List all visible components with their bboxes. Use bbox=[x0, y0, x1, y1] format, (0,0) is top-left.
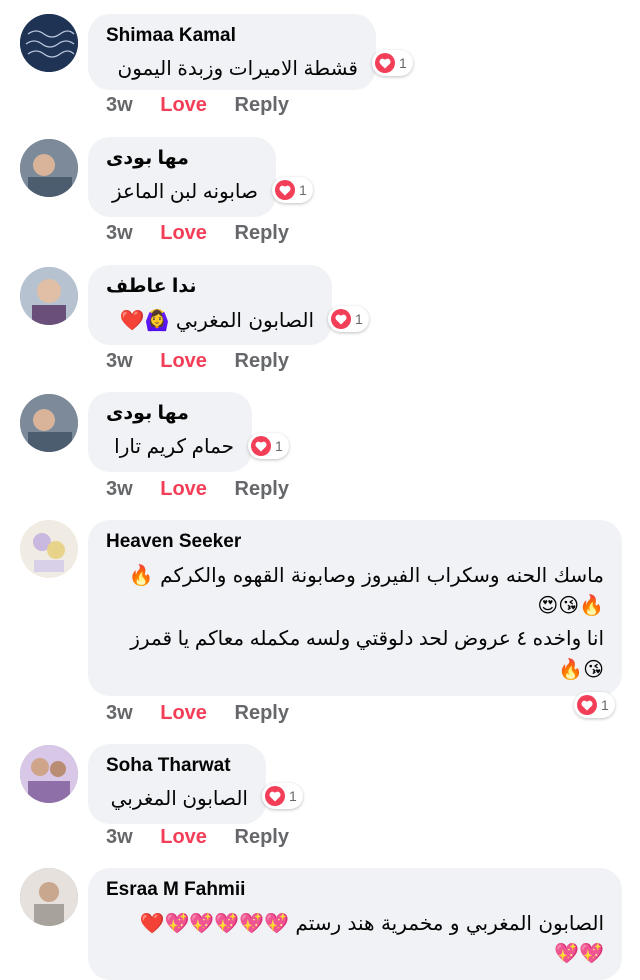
reaction-badge[interactable]: 1 bbox=[372, 50, 413, 76]
reply-button[interactable]: Reply bbox=[235, 222, 289, 244]
love-reaction-icon bbox=[251, 436, 271, 456]
reply-button[interactable]: Reply bbox=[235, 94, 289, 116]
timestamp[interactable]: 3w bbox=[106, 94, 133, 116]
reaction-badge[interactable]: 1 bbox=[272, 177, 313, 203]
reaction-badge[interactable]: 1 bbox=[262, 783, 303, 809]
comment-text: الصابون المغربي bbox=[110, 788, 248, 810]
love-reaction-icon bbox=[331, 309, 351, 329]
reply-button[interactable]: Reply bbox=[235, 350, 289, 372]
comment-bubble: Esraa M Fahmii الصابون المغربي و مخمرية … bbox=[88, 868, 622, 980]
author-name[interactable]: Soha Tharwat bbox=[106, 754, 248, 778]
reaction-badge[interactable]: 1 bbox=[328, 306, 369, 332]
avatar[interactable] bbox=[20, 139, 78, 197]
reaction-count: 1 bbox=[399, 55, 407, 71]
avatar[interactable] bbox=[20, 394, 78, 452]
love-button[interactable]: Love bbox=[160, 826, 207, 848]
reaction-badge[interactable]: 1 bbox=[248, 433, 289, 459]
comment-bubble: ندا عاطف الصابون المغربي 🙆‍♀️❤️ bbox=[88, 265, 332, 345]
reaction-count: 1 bbox=[289, 788, 297, 804]
reply-button[interactable]: Reply bbox=[235, 826, 289, 848]
comment-actions: 3w Love Reply bbox=[106, 478, 311, 501]
comment-text: حمام كريم تارا bbox=[114, 436, 234, 458]
comment-text: الصابون المغربي 🙆‍♀️❤️ bbox=[119, 308, 314, 332]
love-button[interactable]: Love bbox=[160, 478, 207, 500]
author-name[interactable]: Heaven Seeker bbox=[106, 530, 604, 554]
avatar[interactable] bbox=[20, 520, 78, 578]
reaction-count: 1 bbox=[355, 311, 363, 327]
reaction-count: 1 bbox=[299, 182, 307, 198]
author-name[interactable]: مها بودى bbox=[106, 402, 234, 426]
comment-text: قشطة الاميرات وزبدة اليمون bbox=[117, 58, 358, 80]
comment-bubble: مها بودى حمام كريم تارا bbox=[88, 392, 252, 472]
love-reaction-icon bbox=[375, 53, 395, 73]
comment-actions: 3w Love Reply bbox=[106, 94, 311, 117]
comment-text-line: 💖💖 bbox=[554, 941, 604, 965]
comment-actions: 3w Love Reply bbox=[106, 350, 311, 373]
timestamp[interactable]: 3w bbox=[106, 222, 133, 244]
avatar[interactable] bbox=[20, 267, 78, 325]
comment-text-line: 🔥😘😍 bbox=[537, 593, 604, 617]
reply-button[interactable]: Reply bbox=[235, 702, 289, 724]
avatar[interactable] bbox=[20, 868, 78, 926]
comment-actions: 3w Love Reply bbox=[106, 222, 311, 245]
reaction-badge[interactable]: 1 bbox=[574, 692, 615, 718]
love-button[interactable]: Love bbox=[160, 350, 207, 372]
comment-actions: 3w Love Reply bbox=[106, 826, 311, 849]
comment-text: صابونه لبن الماعز bbox=[111, 181, 258, 203]
author-name[interactable]: مها بودى bbox=[106, 147, 258, 171]
timestamp[interactable]: 3w bbox=[106, 702, 133, 724]
comment-bubble: Shimaa Kamal قشطة الاميرات وزبدة اليمون bbox=[88, 14, 376, 90]
reaction-count: 1 bbox=[601, 697, 609, 713]
love-button[interactable]: Love bbox=[160, 94, 207, 116]
timestamp[interactable]: 3w bbox=[106, 350, 133, 372]
author-name[interactable]: Esraa M Fahmii bbox=[106, 878, 604, 902]
love-reaction-icon bbox=[577, 695, 597, 715]
love-reaction-icon bbox=[265, 786, 285, 806]
timestamp[interactable]: 3w bbox=[106, 478, 133, 500]
avatar[interactable] bbox=[20, 745, 78, 803]
author-name[interactable]: Shimaa Kamal bbox=[106, 24, 358, 48]
comment-actions: 3w Love Reply bbox=[106, 702, 311, 725]
love-button[interactable]: Love bbox=[160, 702, 207, 724]
author-name[interactable]: ندا عاطف bbox=[106, 275, 314, 299]
comment-text-line: 😘🔥 bbox=[558, 657, 604, 681]
comment-bubble: Heaven Seeker ماسك الحنه وسكراب الفيروز … bbox=[88, 520, 622, 696]
comment-text-line: الصابون المغربي و مخمرية هند رستم 💖💖💖💖💖❤… bbox=[139, 911, 604, 935]
comment-text-line: انا واخده ٤ عروض لحد دلوقتي ولسه مكمله م… bbox=[130, 628, 604, 650]
love-button[interactable]: Love bbox=[160, 222, 207, 244]
comment-bubble: مها بودى صابونه لبن الماعز bbox=[88, 137, 276, 217]
comment-bubble: Soha Tharwat الصابون المغربي bbox=[88, 744, 266, 824]
avatar[interactable] bbox=[20, 14, 78, 72]
timestamp[interactable]: 3w bbox=[106, 826, 133, 848]
comment-text-line: ماسك الحنه وسكراب الفيروز وصابونة القهوه… bbox=[128, 563, 604, 587]
love-reaction-icon bbox=[275, 180, 295, 200]
reaction-count: 1 bbox=[275, 438, 283, 454]
reply-button[interactable]: Reply bbox=[235, 478, 289, 500]
